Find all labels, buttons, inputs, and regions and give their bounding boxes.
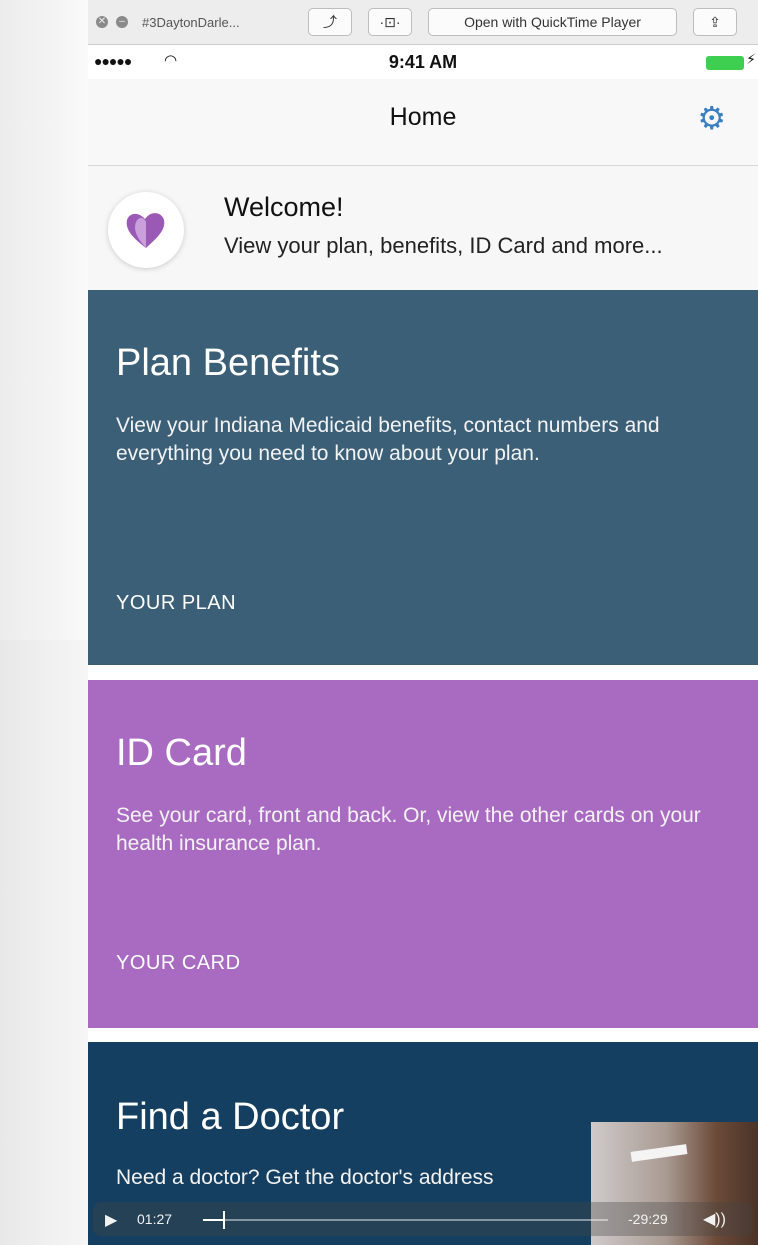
timeline-track[interactable]: [203, 1211, 608, 1229]
open-with-quicktime-button[interactable]: Open with QuickTime Player: [428, 8, 677, 36]
charging-icon: ⚡: [746, 51, 756, 67]
plan-benefits-card[interactable]: Plan Benefits View your Indiana Medicaid…: [88, 290, 758, 665]
battery-icon: [706, 56, 744, 70]
window-title: #3DaytonDarle...: [142, 14, 240, 30]
welcome-banner[interactable]: Welcome! View your plan, benefits, ID Ca…: [88, 166, 758, 291]
trim-icon: ·⊡·: [379, 13, 401, 30]
share-icon: ⇪: [709, 13, 721, 30]
volume-icon[interactable]: ◀)): [703, 1209, 726, 1229]
remaining-time: -29:29: [628, 1211, 668, 1227]
id-card-card[interactable]: ID Card See your card, front and back. O…: [88, 680, 758, 1028]
thumbnail-highlight: [630, 1144, 688, 1162]
minimize-window-icon[interactable]: –: [116, 16, 128, 28]
status-time: 9:41 AM: [388, 52, 458, 72]
rotate-button[interactable]: ⤴: [308, 8, 352, 36]
heart-logo-icon: [126, 213, 165, 248]
card-title: ID Card: [116, 732, 247, 774]
navigation-bar: Home ⚙: [88, 79, 758, 166]
card-description: View your Indiana Medicaid benefits, con…: [116, 414, 660, 465]
close-window-icon[interactable]: ✕: [96, 16, 108, 28]
welcome-title: Welcome!: [224, 192, 344, 222]
your-plan-link[interactable]: YOUR PLAN: [116, 592, 236, 615]
page-title: Home: [389, 103, 457, 131]
your-card-link[interactable]: YOUR CARD: [116, 952, 241, 975]
card-description: See your card, front and back. Or, view …: [116, 804, 701, 855]
quicktime-title-bar: ✕ – #3DaytonDarle... ⤴ ·⊡· Open with Qui…: [88, 0, 758, 45]
share-button[interactable]: ⇪: [693, 8, 737, 36]
trim-button[interactable]: ·⊡·: [368, 8, 412, 36]
welcome-subtitle: View your plan, benefits, ID Card and mo…: [224, 233, 663, 258]
rotate-icon: ⤴: [323, 14, 337, 30]
gear-icon[interactable]: ⚙: [697, 99, 726, 137]
ios-status-bar: ●●●●● ◠ 9:41 AM ⚡: [88, 45, 758, 79]
background-shade: [0, 640, 88, 1245]
heart-logo: [108, 192, 184, 268]
card-title: Plan Benefits: [116, 342, 340, 384]
video-scrubber: ▶ 01:27 -29:29 ◀)): [93, 1202, 753, 1236]
timeline-handle[interactable]: [223, 1211, 226, 1229]
card-title: Find a Doctor: [116, 1096, 345, 1138]
timeline-progress: [203, 1219, 224, 1221]
elapsed-time: 01:27: [137, 1211, 173, 1227]
quicktime-window: ✕ – #3DaytonDarle... ⤴ ·⊡· Open with Qui…: [88, 0, 758, 1245]
play-icon[interactable]: ▶: [105, 1210, 117, 1230]
